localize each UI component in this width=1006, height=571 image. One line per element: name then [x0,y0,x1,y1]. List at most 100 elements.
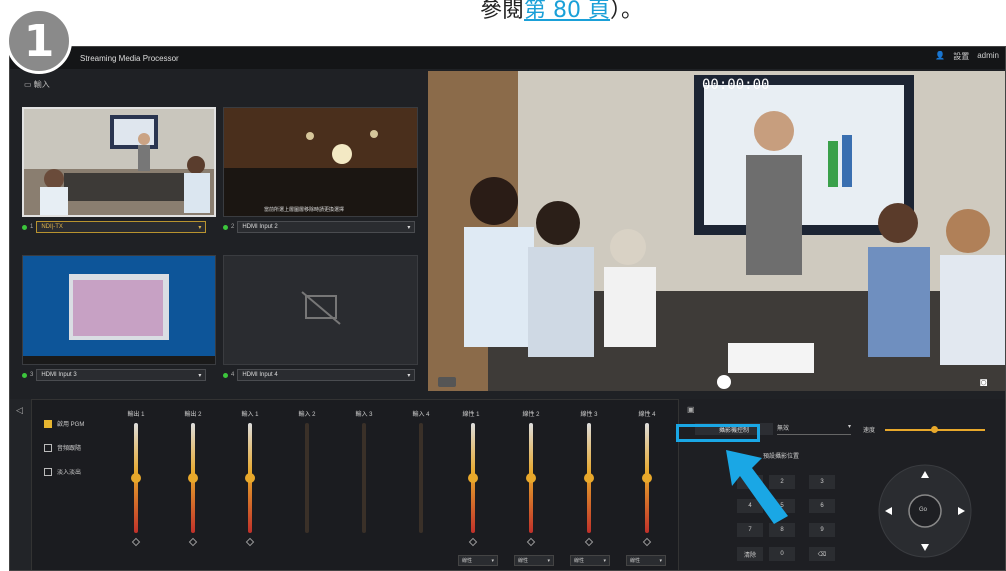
checkbox-label: 音頻跟隨 [57,446,82,452]
hd-badge[interactable] [438,377,456,387]
chevron-down-icon: ▾ [603,557,606,564]
folder-icon: ▭ [24,80,32,89]
title-bar: Streaming Media Processor 👤 設置 admin [10,47,1005,69]
settings-link[interactable]: 設置 [953,51,969,62]
checkbox-fade[interactable]: 淡入淡出 [44,467,81,476]
checkbox-label: 啟用 PGM [57,422,85,428]
input-2-select[interactable]: HDMI Input 2 ▾ [237,221,416,233]
meeting-image [24,109,214,215]
keypad-3[interactable]: 3 [809,475,835,489]
step-number-badge: 1 [6,8,72,74]
input-3-row: 3 HDMI Input 3 ▾ [22,368,207,382]
select-value: 線性 [574,558,585,564]
user-icon[interactable]: 👤 [935,51,945,62]
input-4-name: HDMI Input 4 [242,372,278,378]
fader-handle[interactable] [131,473,141,483]
timecode: 00:00:00 [702,77,770,93]
channel-mode-select[interactable]: 線性 ▾ [514,555,554,566]
keypad-clear[interactable]: 清除 [737,547,763,561]
keypad-backspace[interactable]: ⌫ [809,547,835,561]
keypad-6[interactable]: 6 [809,499,835,513]
checkbox-checked-icon[interactable] [44,419,52,428]
input-3-name: HDMI Input 3 [41,372,77,378]
fader-track[interactable] [305,423,309,533]
user-name[interactable]: admin [977,51,999,62]
live-indicator [223,224,228,230]
channel-label: 輸入 1 [241,412,259,418]
meeting-preview-image [428,71,1005,391]
highlight-box [676,424,760,442]
input-2-caption: 當前所選上層圖層移除時請更換選擇 [264,207,345,213]
doc-suffix: ）。 [610,0,644,23]
checkbox-icon[interactable] [44,443,52,452]
chevron-down-icon: ▾ [198,224,202,231]
input-3-thumbnail[interactable] [22,255,216,365]
fader-handle[interactable] [468,473,478,483]
arrow-icon [726,450,788,524]
audio-sidebar: ◁ [10,399,32,570]
speaker-icon[interactable]: ◁ [16,405,31,416]
chevron-down-icon: ▾ [847,424,851,430]
live-indicator [223,372,228,378]
input-4-select[interactable]: HDMI Input 4 ▾ [237,369,416,381]
channel-label: 輸出 1 [127,412,145,418]
input-title-label: 輸入 [33,80,50,89]
input-3-number: 3 [30,372,34,378]
fader-track[interactable] [419,423,423,533]
camera-panel-icon: ▣ [687,405,695,414]
input-1-row: 1 NDI|-TX ▾ [22,220,207,234]
input-1-number: 1 [30,224,34,230]
input-4-number: 4 [231,372,235,378]
channel-mode-select[interactable]: 線性 ▾ [458,555,498,566]
app-window: Streaming Media Processor 👤 設置 admin ▭ 輸… [9,46,1006,571]
ceiling-image [224,108,417,216]
ptz-go-button[interactable]: Go [919,507,927,513]
channel-label: 輸入 3 [355,412,373,418]
fader-track[interactable] [362,423,366,533]
chevron-down-icon: ▾ [659,557,662,564]
program-preview[interactable]: 00:00:00 ◙ [428,71,1005,391]
chevron-down-icon: ▾ [407,372,411,379]
channel-label: 線性 3 [580,412,598,418]
input-3-select[interactable]: HDMI Input 3 ▾ [36,369,207,381]
page-link[interactable]: 第 80 頁 [524,0,610,23]
dropdown-value: 無效 [777,426,790,432]
select-value: 線性 [518,558,529,564]
keypad-9[interactable]: 9 [809,523,835,537]
channel-label: 輸出 2 [184,412,202,418]
chevron-down-icon: ▾ [547,557,550,564]
fader-handle[interactable] [526,473,536,483]
channel-mode-select[interactable]: 線性 ▾ [626,555,666,566]
input-2-number: 2 [231,224,235,230]
input-2-name: HDMI Input 2 [242,224,278,230]
checkbox-follow[interactable]: 音頻跟隨 [44,443,81,452]
checkbox-pgm[interactable]: 啟用 PGM [44,419,84,428]
chevron-down-icon: ▾ [491,557,494,564]
channel-label: 線性 2 [522,412,540,418]
chevron-down-icon: ▾ [407,224,411,231]
desktop-image [23,256,215,364]
input-1-select[interactable]: NDI|-TX ▾ [36,221,207,233]
fader-handle[interactable] [584,473,594,483]
camera-icon[interactable]: ◙ [980,375,987,389]
speed-slider-handle[interactable] [931,426,938,433]
camera-dropdown[interactable]: 無效 ▾ [777,423,851,435]
live-indicator [22,372,27,378]
input-4-thumbnail[interactable] [223,255,418,365]
no-signal-icon [224,256,417,364]
keypad-0[interactable]: 0 [769,547,795,561]
channel-mode-select[interactable]: 線性 ▾ [570,555,610,566]
fader-handle[interactable] [642,473,652,483]
header-right: 👤 設置 admin [935,51,999,62]
fader-handle[interactable] [245,473,255,483]
checkbox-label: 淡入淡出 [57,470,82,476]
input-1-thumbnail[interactable] [22,107,216,217]
app-title: Streaming Media Processor [80,53,179,63]
input-1-name: NDI|-TX [41,224,63,230]
checkbox-icon[interactable] [44,467,52,476]
doc-reference-text: 參閱第 80 頁）。 [480,0,643,24]
input-2-thumbnail[interactable]: 當前所選上層圖層移除時請更換選擇 [223,107,418,217]
fader-handle[interactable] [188,473,198,483]
speed-label: 速度 [863,428,876,434]
input-2-row: 2 HDMI Input 2 ▾ [223,220,416,234]
